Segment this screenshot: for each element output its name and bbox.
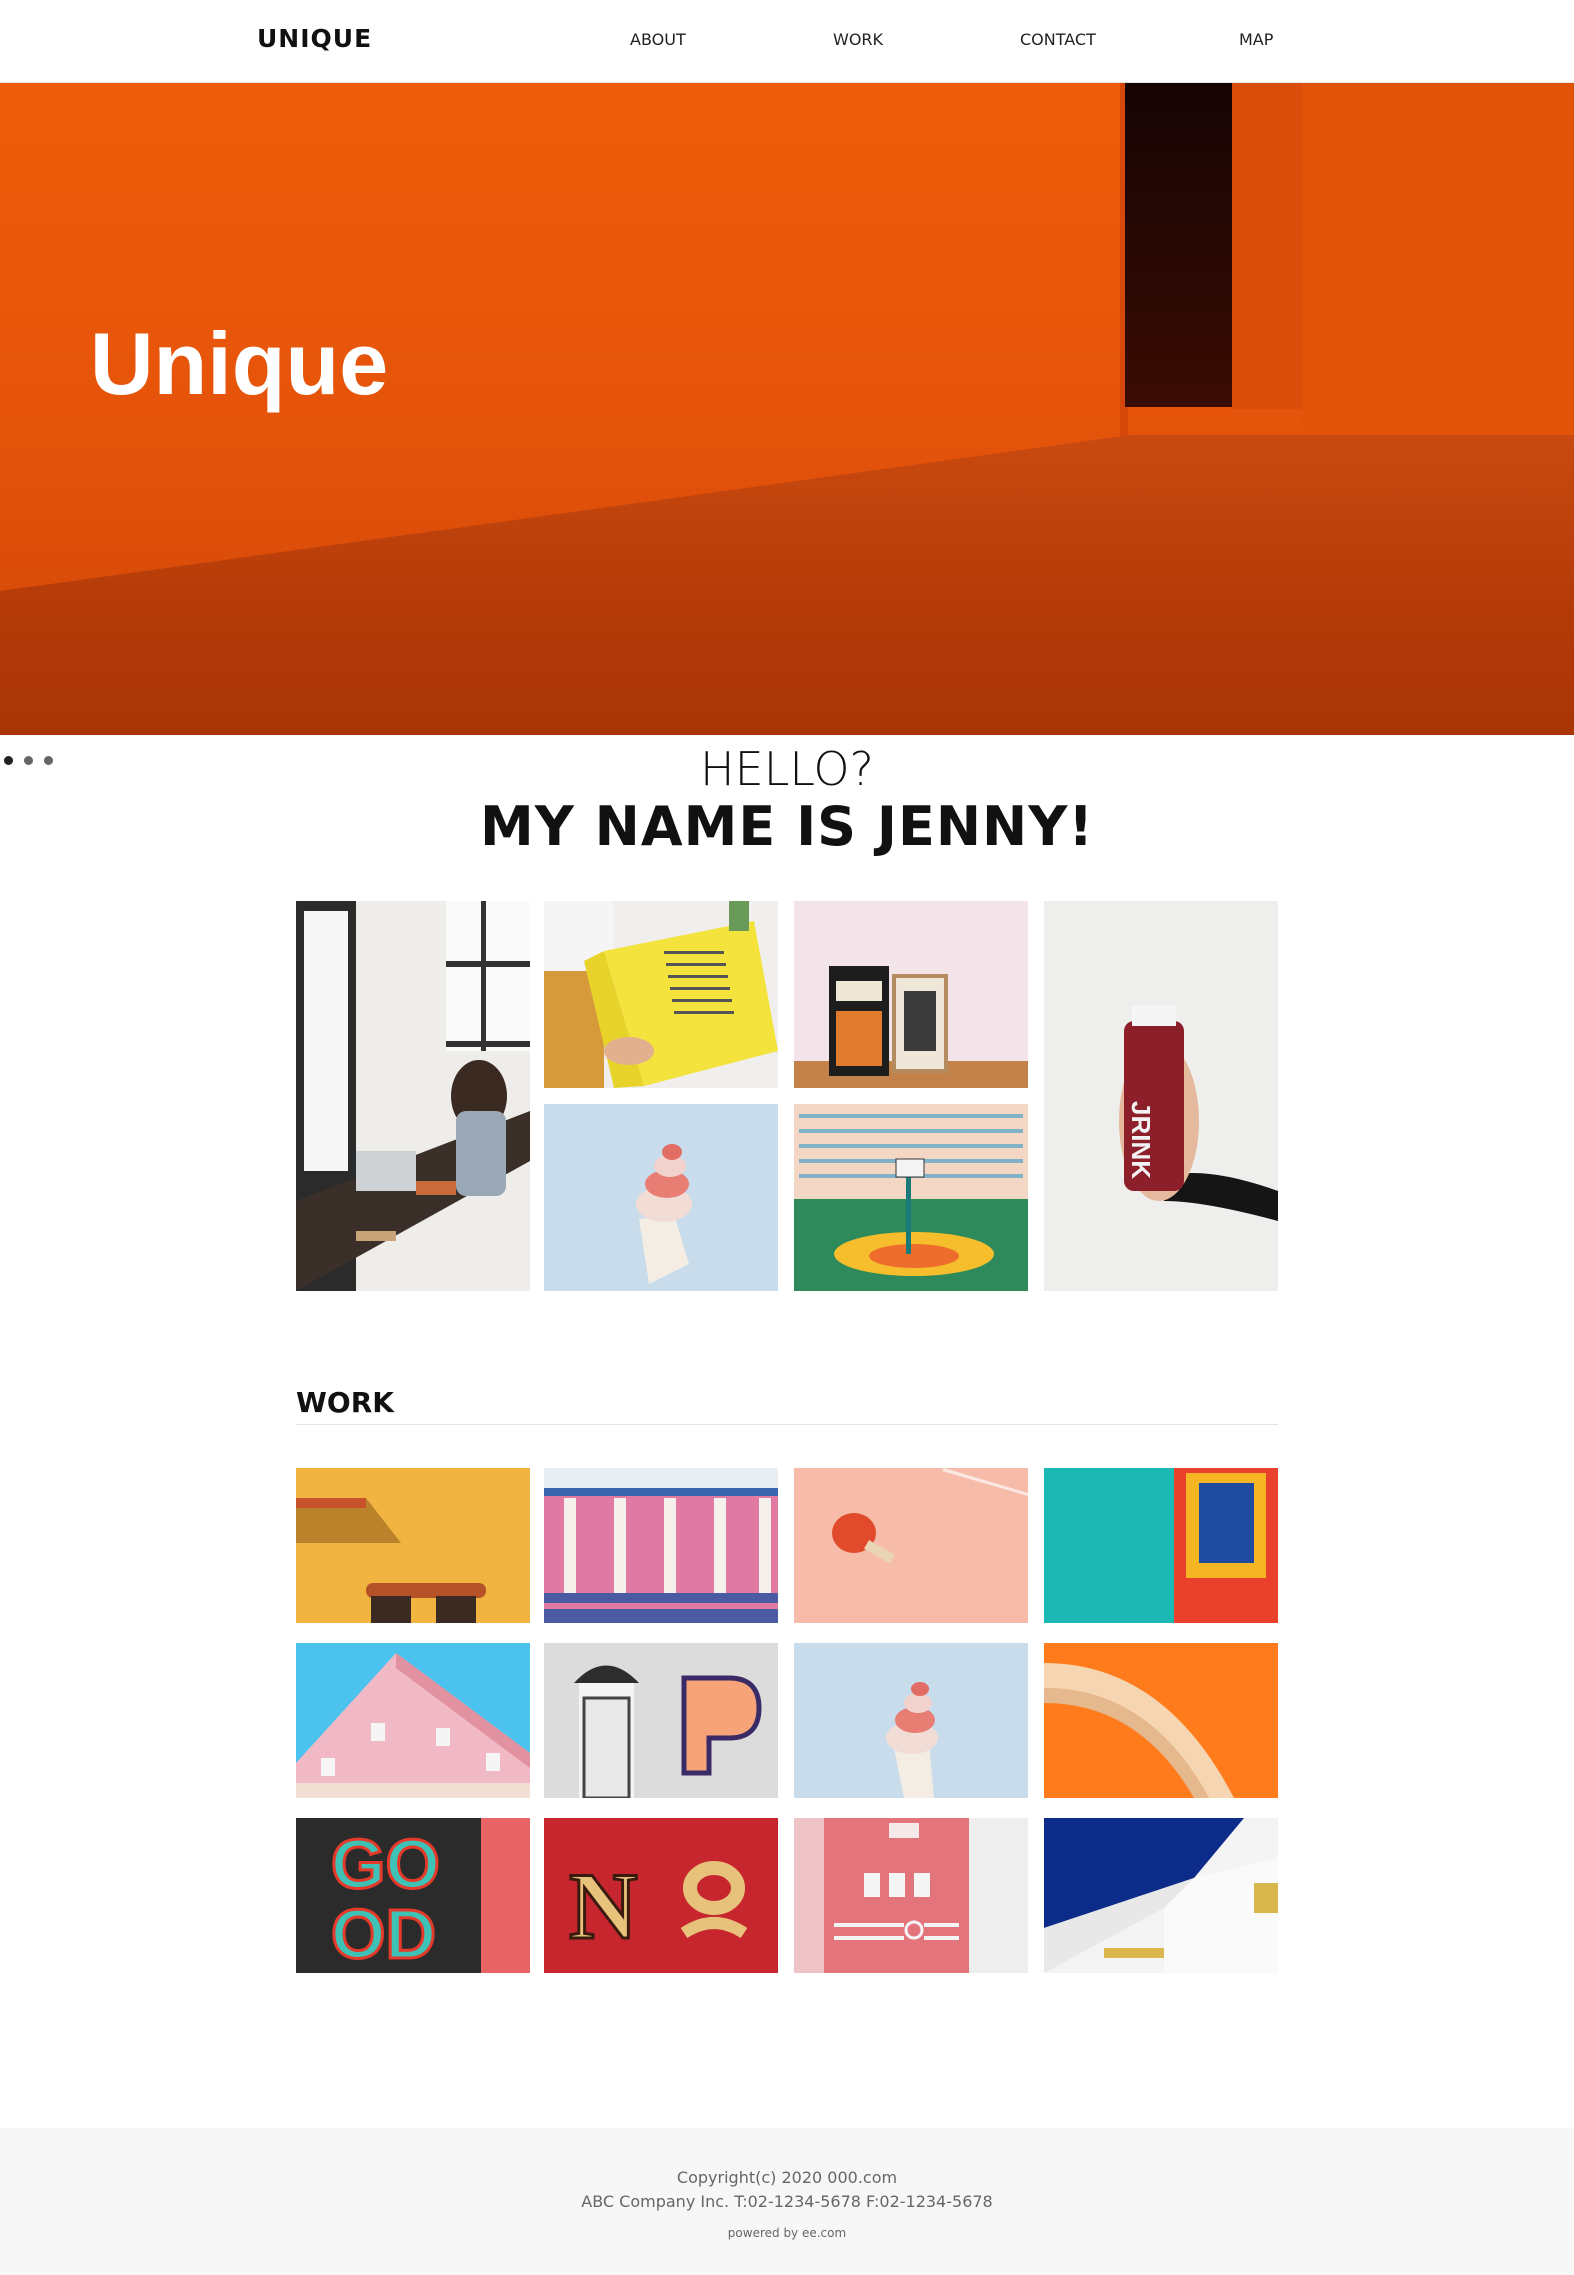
gallery-photo-woman-laptop[interactable]: [296, 901, 530, 1291]
svg-text:N: N: [569, 1853, 638, 1959]
site-logo[interactable]: UNIQUE: [257, 24, 372, 53]
site-header: UNIQUE ABOUT WORK CONTACT MAP: [0, 0, 1574, 83]
footer-powered: powered by ee.com: [727, 2226, 847, 2240]
work-photo-good-mural[interactable]: GO OD: [296, 1818, 530, 1973]
svg-text:OD: OD: [331, 1895, 436, 1973]
hero-bg-wall: [1302, 83, 1574, 443]
work-photo-yellow-wall[interactable]: [296, 1468, 530, 1623]
hero-bg-door-side: [1232, 83, 1302, 409]
nav-about[interactable]: ABOUT: [630, 30, 686, 49]
work-photo-orange-arc[interactable]: [1044, 1643, 1278, 1798]
work-section-title: WORK: [296, 1386, 394, 1419]
work-photo-ice-cream-2[interactable]: [794, 1643, 1028, 1798]
footer-company: ABC Company Inc. T:02-1234-5678 F:02-123…: [581, 2192, 993, 2211]
svg-text:GO: GO: [331, 1825, 440, 1903]
work-photo-letter-p[interactable]: [544, 1643, 778, 1798]
work-photo-ping-pong[interactable]: [794, 1468, 1028, 1623]
work-divider: [296, 1424, 1278, 1425]
site-footer: Copyright(c) 2020 000.com ABC Company In…: [0, 2128, 1574, 2275]
gallery-photo-basketball-court[interactable]: [794, 1104, 1028, 1291]
hero-title: Unique: [90, 314, 389, 413]
work-photo-teal-wall[interactable]: [1044, 1468, 1278, 1623]
gallery-photo-ice-cream[interactable]: [544, 1104, 778, 1291]
work-photo-numero-sign[interactable]: N: [544, 1818, 778, 1973]
hero-bg-floor: [0, 435, 1574, 735]
gallery-photo-posters[interactable]: [794, 901, 1028, 1088]
work-photo-pink-facade[interactable]: [544, 1468, 778, 1623]
footer-copyright: Copyright(c) 2020 000.com: [676, 2168, 898, 2187]
intro-name: MY NAME IS JENNY!: [480, 795, 1094, 858]
gallery-photo-juice-bottle[interactable]: JRINK: [1044, 901, 1278, 1291]
gallery-photo-yellow-magazine[interactable]: [544, 901, 778, 1088]
work-photo-pink-house[interactable]: [296, 1643, 530, 1798]
work-photo-white-blue-building[interactable]: [1044, 1818, 1278, 1973]
svg-text:JRINK: JRINK: [1126, 1101, 1156, 1179]
intro-greeting: HELLO?: [700, 742, 874, 796]
hero-bg-doorway: [1125, 83, 1232, 407]
work-photo-pink-tower[interactable]: [794, 1818, 1028, 1973]
nav-contact[interactable]: CONTACT: [1020, 30, 1096, 49]
nav-work[interactable]: WORK: [833, 30, 883, 49]
hero-slider: Unique: [0, 83, 1574, 735]
nav-map[interactable]: MAP: [1239, 30, 1273, 49]
